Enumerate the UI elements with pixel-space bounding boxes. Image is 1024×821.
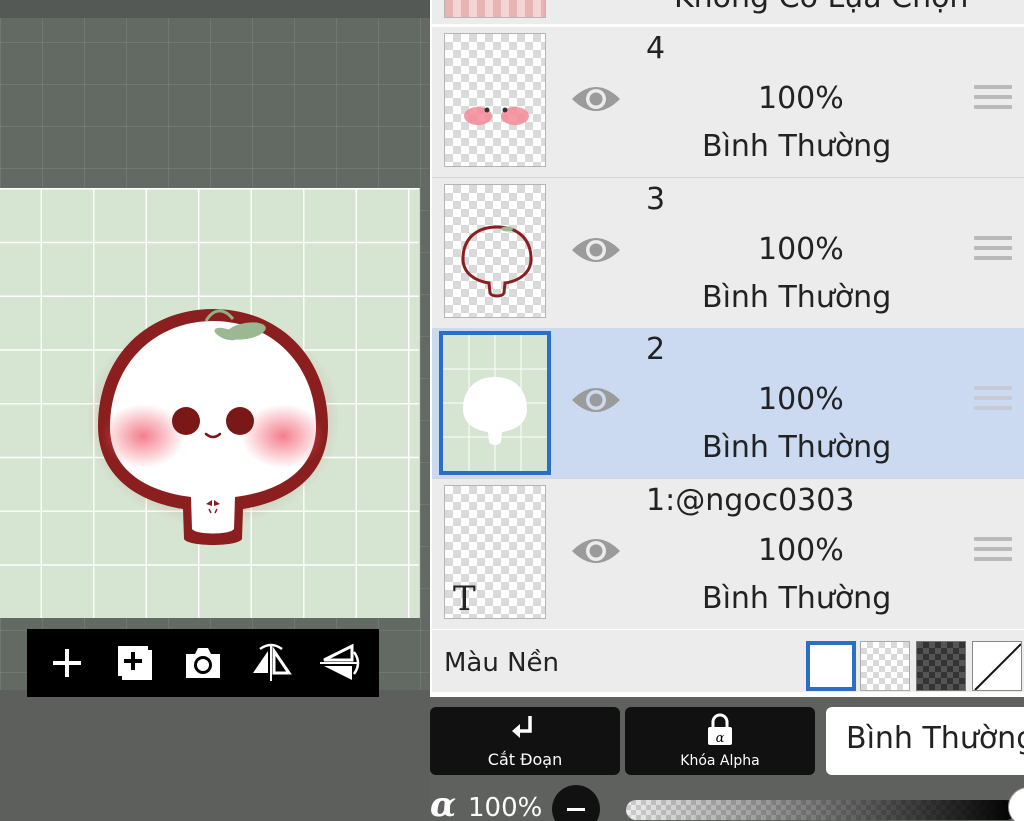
decrease-opacity-button[interactable] — [552, 785, 600, 821]
alpha-symbol: α — [430, 785, 457, 821]
svg-text:α: α — [716, 731, 725, 746]
add-box-icon — [118, 646, 152, 680]
layer-thumbnail[interactable] — [444, 184, 546, 318]
outline-thumbnail-icon — [461, 225, 533, 298]
layer-opacity: 100% — [758, 232, 844, 267]
layer-thumbnail[interactable] — [444, 33, 546, 167]
canvas-area[interactable] — [0, 0, 430, 821]
layer-thumbnail-partial[interactable] — [444, 0, 546, 18]
layer-blend-mode: Bình Thường — [702, 280, 892, 315]
layer-row-4[interactable]: 4 100% Bình Thường — [432, 27, 1024, 179]
background-color-label: Màu Nền — [444, 648, 560, 678]
layer-row-1[interactable]: T 1:@ngoc0303 100% Bình Thường — [432, 479, 1024, 629]
layer-blend-mode: Bình Thường — [702, 430, 892, 465]
character-illustration — [88, 309, 338, 545]
layer-panel: Không Có Lựa Chọn 4 100% Bình Thường — [430, 0, 1024, 697]
layer-blend-mode: Bình Thường — [702, 581, 892, 616]
bg-none-swatch[interactable] — [972, 641, 1022, 691]
layer-opacity: 100% — [758, 81, 844, 116]
drag-handle-icon[interactable] — [974, 537, 1012, 567]
lock-icon: α — [708, 713, 732, 746]
flip-horizontal-icon — [253, 643, 292, 681]
visibility-eye-icon[interactable] — [570, 79, 622, 119]
drag-handle-icon[interactable] — [974, 236, 1012, 266]
camera-icon — [186, 648, 220, 678]
plus-icon — [53, 649, 81, 677]
layer-name: 3 — [646, 182, 666, 217]
blush-thumbnail-icon — [464, 107, 529, 125]
artboard[interactable] — [0, 188, 420, 618]
flip-vertical-icon — [320, 643, 360, 680]
canvas-toolbar — [27, 629, 379, 697]
drag-handle-icon[interactable] — [974, 386, 1012, 416]
flip-vertical-button[interactable] — [310, 634, 368, 692]
selection-status-text: Không Có Lựa Chọn — [674, 0, 968, 15]
clipping-button[interactable]: Cắt Đoạn — [430, 707, 620, 775]
opacity-slider-knob[interactable] — [1008, 787, 1024, 821]
visibility-eye-icon[interactable] — [570, 531, 622, 571]
visibility-eye-icon[interactable] — [570, 230, 622, 270]
layer-name: 2 — [646, 332, 666, 367]
layer-list-top-cut: Không Có Lựa Chọn — [432, 0, 1024, 24]
add-layer-button[interactable] — [38, 634, 96, 692]
fill-thumbnail-icon — [443, 335, 547, 471]
visibility-eye-icon[interactable] — [570, 380, 622, 420]
svg-text:T: T — [453, 579, 476, 618]
layer-properties-bar: Cắt Đoạn α Khóa Alpha Bình Thường α 100% — [430, 697, 1024, 821]
opacity-value: 100% — [468, 793, 543, 821]
camera-button[interactable] — [174, 634, 232, 692]
bg-dark-swatch[interactable] — [916, 641, 966, 691]
add-layer-box-button[interactable] — [106, 634, 164, 692]
background-color-row: Màu Nền — [432, 630, 1024, 692]
layer-opacity: 100% — [758, 533, 844, 568]
drag-handle-icon[interactable] — [974, 85, 1012, 115]
bg-transparent-swatch[interactable] — [860, 641, 910, 691]
layer-name: 4 — [646, 31, 666, 66]
layer-thumbnail-selected[interactable] — [439, 331, 551, 475]
layer-opacity: 100% — [758, 382, 844, 417]
alpha-lock-label: Khóa Alpha — [680, 753, 760, 769]
bg-white-swatch[interactable] — [806, 641, 856, 691]
clip-arrow-icon — [512, 716, 532, 738]
blend-mode-select[interactable]: Bình Thường — [826, 707, 1024, 775]
text-layer-icon: T — [453, 579, 476, 618]
flip-horizontal-button[interactable] — [242, 634, 300, 692]
slash-icon — [974, 643, 1021, 690]
layer-row-2[interactable]: 2 100% Bình Thường — [432, 328, 1024, 480]
layer-row-3[interactable]: 3 100% Bình Thường — [432, 178, 1024, 330]
clipping-label: Cắt Đoạn — [487, 750, 563, 769]
layer-blend-mode: Bình Thường — [702, 129, 892, 164]
layer-thumbnail[interactable]: T — [444, 485, 546, 619]
layer-name: 1:@ngoc0303 — [646, 483, 855, 518]
opacity-slider[interactable] — [626, 800, 1016, 820]
alpha-lock-button[interactable]: α Khóa Alpha — [625, 707, 815, 775]
